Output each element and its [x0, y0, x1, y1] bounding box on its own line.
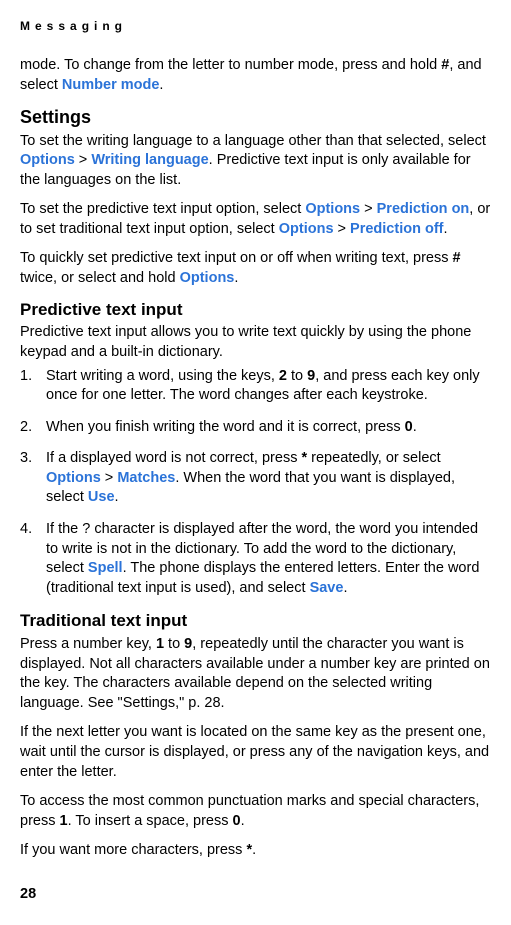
key-0: 0	[233, 813, 241, 829]
link-save[interactable]: Save	[310, 580, 344, 596]
link-writing-language[interactable]: Writing language	[91, 152, 208, 168]
key-1: 1	[156, 636, 164, 652]
text-segment: To set the predictive text input option,…	[20, 201, 305, 217]
text-segment: If you want more characters, press	[20, 842, 246, 858]
list-item: Start writing a word, using the keys, 2 …	[20, 367, 491, 406]
settings-p1: To set the writing language to a languag…	[20, 132, 491, 191]
text-segment: . To insert a space, press	[68, 813, 233, 829]
link-use[interactable]: Use	[88, 489, 115, 505]
text-segment: >	[75, 152, 92, 168]
page-content: mode. To change from the letter to numbe…	[20, 56, 491, 921]
link-matches[interactable]: Matches	[117, 470, 175, 486]
text-segment: .	[115, 489, 119, 505]
traditional-p4: If you want more characters, press *.	[20, 841, 491, 861]
text-segment: >	[360, 201, 377, 217]
text-segment: .	[444, 221, 448, 237]
text-segment: .	[252, 842, 256, 858]
key-hash: #	[453, 250, 461, 266]
link-options[interactable]: Options	[20, 152, 75, 168]
key-1: 1	[60, 813, 68, 829]
text-segment: >	[334, 221, 351, 237]
key-9: 9	[307, 368, 315, 384]
heading-settings: Settings	[20, 105, 491, 129]
traditional-p1: Press a number key, 1 to 9, repeatedly u…	[20, 635, 491, 713]
text-segment: Press a number key,	[20, 636, 156, 652]
list-item: If a displayed word is not correct, pres…	[20, 449, 491, 508]
link-prediction-off[interactable]: Prediction off	[350, 221, 443, 237]
heading-traditional: Traditional text input	[20, 610, 491, 633]
link-options[interactable]: Options	[46, 470, 101, 486]
link-options[interactable]: Options	[279, 221, 334, 237]
text-segment: .	[234, 270, 238, 286]
settings-p3: To quickly set predictive text input on …	[20, 249, 491, 288]
settings-p2: To set the predictive text input option,…	[20, 200, 491, 239]
text-segment: When you finish writing the word and it …	[46, 419, 405, 435]
text-segment: .	[343, 580, 347, 596]
heading-predictive: Predictive text input	[20, 299, 491, 322]
list-item: When you finish writing the word and it …	[20, 418, 491, 438]
predictive-intro: Predictive text input allows you to writ…	[20, 323, 491, 362]
link-options[interactable]: Options	[305, 201, 360, 217]
predictive-steps: Start writing a word, using the keys, 2 …	[20, 367, 491, 599]
page-header: Messaging	[20, 18, 491, 34]
text-segment: repeatedly, or select	[307, 450, 441, 466]
text-segment: >	[101, 470, 118, 486]
text-segment: To set the writing language to a languag…	[20, 133, 486, 149]
text-segment: mode. To change from the letter to numbe…	[20, 57, 441, 73]
link-prediction-on[interactable]: Prediction on	[377, 201, 470, 217]
traditional-p3: To access the most common punctuation ma…	[20, 792, 491, 831]
link-spell[interactable]: Spell	[88, 560, 123, 576]
key-0: 0	[405, 419, 413, 435]
text-segment: To quickly set predictive text input on …	[20, 250, 453, 266]
text-segment: Start writing a word, using the keys,	[46, 368, 279, 384]
text-segment: to	[287, 368, 307, 384]
traditional-p2: If the next letter you want is located o…	[20, 723, 491, 782]
link-options[interactable]: Options	[180, 270, 235, 286]
text-segment: .	[241, 813, 245, 829]
text-segment: .	[413, 419, 417, 435]
key-2: 2	[279, 368, 287, 384]
text-segment: .	[159, 77, 163, 93]
link-number-mode[interactable]: Number mode	[62, 77, 160, 93]
text-segment: twice, or select and hold	[20, 270, 180, 286]
list-item: If the ? character is displayed after th…	[20, 520, 491, 598]
text-segment: to	[164, 636, 184, 652]
intro-paragraph: mode. To change from the letter to numbe…	[20, 56, 491, 95]
text-segment: If a displayed word is not correct, pres…	[46, 450, 301, 466]
page-number: 28	[20, 885, 36, 905]
